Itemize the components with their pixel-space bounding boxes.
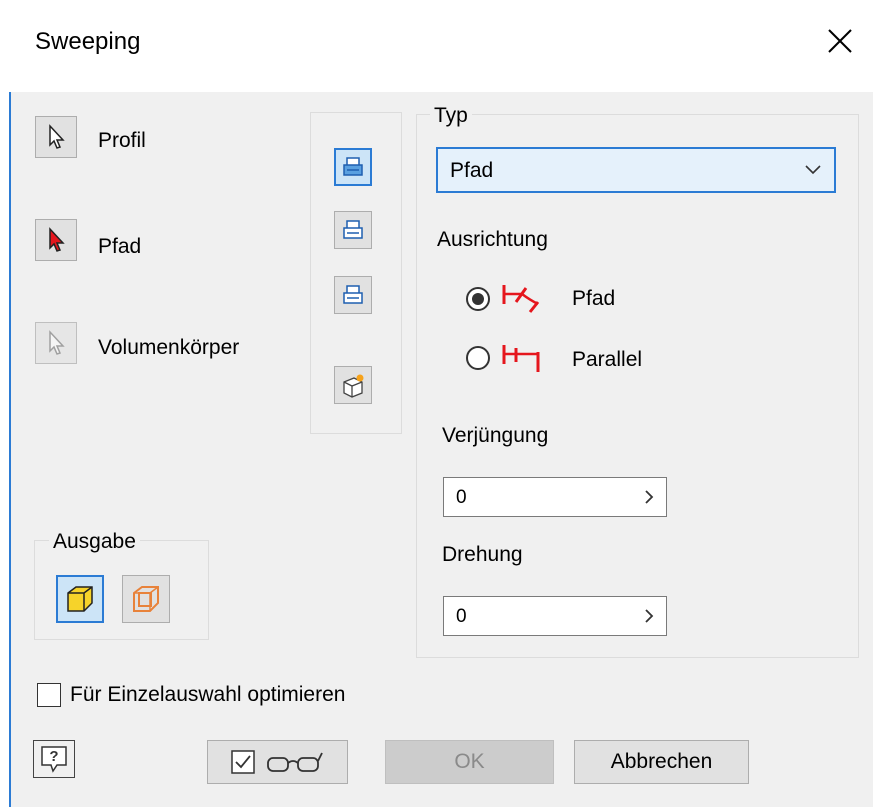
- printer-blue-icon: [343, 157, 363, 176]
- chevron-right-icon: [645, 490, 654, 504]
- checkbox-checked-icon: [230, 750, 255, 774]
- taper-input[interactable]: 0: [443, 477, 667, 517]
- profile-select-button[interactable]: [35, 116, 77, 158]
- new-solid-body-icon: [343, 374, 364, 398]
- taper-expand-button[interactable]: [632, 478, 666, 516]
- type-group-legend: Typ: [430, 104, 472, 128]
- surface-cube-icon: [133, 586, 159, 612]
- parallel-orientation-icon: [502, 345, 540, 372]
- path-label: Pfad: [98, 235, 142, 258]
- taper-label: Verjüngung: [442, 424, 549, 447]
- cursor-arrow-disabled-icon: [49, 330, 65, 355]
- orientation-path-radio[interactable]: [466, 287, 490, 311]
- output-solid-button[interactable]: [56, 575, 104, 623]
- optimize-label: Für Einzelauswahl optimieren: [70, 683, 346, 706]
- sweep-mode-button-3[interactable]: [334, 276, 372, 314]
- profile-label: Profil: [98, 129, 146, 152]
- printer-outline-icon: [343, 285, 363, 304]
- orientation-parallel-radio[interactable]: [466, 346, 490, 370]
- twist-value: 0: [456, 606, 467, 627]
- dialog-title: Sweeping: [35, 28, 141, 55]
- printer-outline-icon: [343, 220, 363, 239]
- sweep-mode-button-2[interactable]: [334, 211, 372, 249]
- new-body-button[interactable]: [334, 366, 372, 404]
- preview-button[interactable]: [207, 740, 348, 784]
- svg-text:?: ?: [49, 748, 58, 765]
- optimize-checkbox[interactable]: [37, 683, 61, 707]
- close-button[interactable]: [823, 24, 857, 58]
- help-button[interactable]: ?: [33, 740, 75, 778]
- close-icon: [828, 29, 852, 53]
- path-orientation-icon: [502, 285, 540, 313]
- chevron-down-icon: [805, 165, 821, 175]
- output-group-legend: Ausgabe: [49, 530, 140, 554]
- solid-select-button[interactable]: [35, 322, 77, 364]
- twist-input[interactable]: 0: [443, 596, 667, 636]
- path-select-button[interactable]: [35, 219, 77, 261]
- title-bar: Sweeping: [9, 0, 873, 92]
- type-dropdown[interactable]: Pfad: [436, 147, 836, 193]
- output-surface-button[interactable]: [122, 575, 170, 623]
- help-icon: ?: [41, 746, 67, 773]
- solid-cube-icon: [67, 586, 93, 612]
- twist-expand-button[interactable]: [632, 597, 666, 635]
- solid-label: Volumenkörper: [98, 336, 240, 359]
- cancel-button[interactable]: Abbrechen: [574, 740, 749, 784]
- cursor-arrow-red-icon: [49, 227, 65, 252]
- cursor-arrow-icon: [49, 124, 65, 149]
- twist-label: Drehung: [442, 543, 523, 566]
- orientation-label: Ausrichtung: [437, 228, 548, 251]
- sweep-mode-button-1[interactable]: [334, 148, 372, 186]
- taper-value: 0: [456, 487, 467, 508]
- type-dropdown-value: Pfad: [450, 159, 494, 182]
- chevron-right-icon: [645, 609, 654, 623]
- ok-button[interactable]: OK: [385, 740, 554, 784]
- glasses-icon: [266, 752, 323, 772]
- type-group: [416, 114, 859, 658]
- orientation-path-label: Pfad: [572, 287, 616, 310]
- orientation-parallel-label: Parallel: [572, 348, 643, 371]
